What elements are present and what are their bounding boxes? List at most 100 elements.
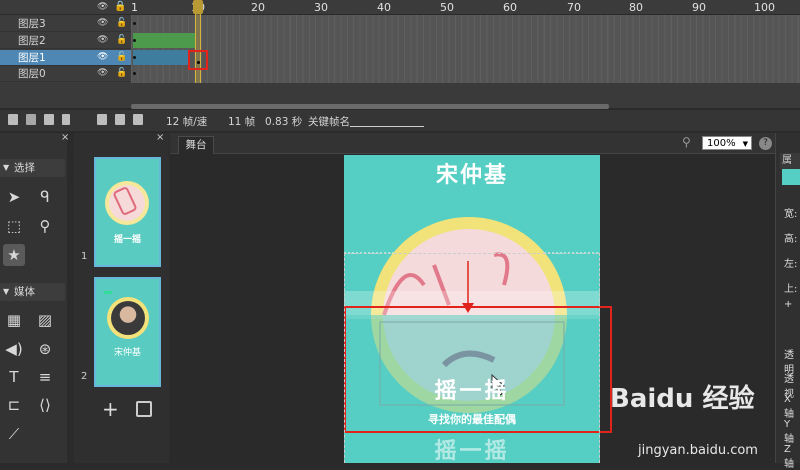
tick-label: 90 [692, 1, 706, 14]
eye-icon[interactable]: 👁 [97, 36, 108, 45]
keyframe-name-input[interactable] [350, 126, 424, 127]
watermark-url: jingyan.baidu.com [638, 443, 758, 458]
seconds-text: 0.83 秒 [265, 116, 303, 128]
color-swatch[interactable] [782, 169, 800, 185]
section-media[interactable]: ▼ 媒体 [0, 283, 65, 301]
unlock-icon[interactable]: 🔓 [116, 53, 127, 63]
add-page-button[interactable]: + [102, 397, 119, 421]
frames-text: 11 帧 [228, 116, 256, 128]
video-icon[interactable]: ⊛ [34, 338, 56, 360]
paragraph-icon[interactable]: ≡ [34, 366, 56, 388]
layer-row-1[interactable]: 图层1 👁 🔓 [0, 50, 131, 66]
eye-icon[interactable]: 👁 [97, 19, 108, 28]
folder-icon[interactable] [26, 114, 36, 125]
remove-frame-icon[interactable] [133, 114, 143, 125]
thumb-caption: 宋仲基 [113, 348, 141, 358]
delete-icon[interactable] [44, 114, 54, 125]
zoom-select[interactable]: 100% ▼ [702, 136, 752, 150]
thumb-caption: 摇一摇 [113, 235, 141, 245]
stage-area: 舞台 ⚲ 100% ▼ ? 宋仲基 摇一摇 寻找你的最佳配偶 摇一摇 Baidu… [170, 133, 775, 463]
prop-label: Z轴 [784, 444, 794, 470]
keyframe-dot[interactable] [133, 72, 136, 75]
more-icon[interactable] [62, 114, 70, 125]
code-icon[interactable]: ⟨⟩ [34, 394, 56, 416]
section-title: 媒体 [14, 286, 35, 298]
star-shape-icon[interactable]: ★ [3, 244, 25, 266]
sound-icon[interactable]: ◀) [3, 338, 25, 360]
highlight-box [188, 50, 208, 70]
timeline-ruler[interactable]: 👁 🔒 1 10 20 30 40 50 60 70 80 90 100 [0, 0, 800, 15]
close-icon[interactable]: × [61, 132, 69, 143]
search-icon[interactable]: ⚲ [682, 135, 691, 149]
tools-panel: × ▼ 选择 ➤ ᑫ ⬚ ⚲ ★ ▼ 媒体 ▦ ▨ ◀) ⊛ T ≡ ⊏ ⟨⟩ … [0, 132, 69, 463]
tick-label: 80 [629, 1, 643, 14]
page-thumb-2[interactable]: 宋仲基 [94, 277, 161, 387]
transform-icon[interactable]: ⬚ [3, 215, 25, 237]
eye-icon[interactable]: 👁 [97, 69, 108, 78]
highlight-box [344, 306, 612, 433]
triangle-icon: ▼ [3, 287, 10, 296]
zoom-icon[interactable]: ⚲ [34, 215, 56, 237]
unlock-icon[interactable]: 🔓 [116, 69, 127, 79]
add-frame-icon[interactable] [115, 114, 125, 125]
selection-guide [344, 253, 600, 254]
image-icon[interactable]: ▨ [34, 309, 56, 331]
grid-icon[interactable]: ▦ [3, 309, 25, 331]
layer-label: 图层2 [18, 35, 46, 47]
chart-icon[interactable]: ⟋ [3, 423, 25, 445]
tab-stage[interactable]: 舞台 [178, 136, 214, 154]
timeline-panel: 👁 🔒 1 10 20 30 40 50 60 70 80 90 100 图层3… [0, 0, 800, 109]
lasso-icon[interactable]: ᑫ [34, 186, 56, 208]
frame-tool-icon[interactable]: ⊏ [3, 394, 25, 416]
prop-label: X轴 [784, 394, 794, 420]
close-icon[interactable]: × [156, 132, 164, 143]
layer-label: 图层1 [18, 52, 46, 64]
playhead-handle[interactable] [193, 0, 203, 14]
keyframe-dot[interactable] [133, 56, 136, 59]
new-layer-icon[interactable] [8, 114, 18, 125]
lock-header-icon[interactable]: 🔒 [114, 1, 126, 12]
eye-header-icon[interactable]: 👁 [97, 2, 108, 12]
keyframe-dot[interactable] [133, 39, 136, 42]
phone-illustration [105, 181, 149, 225]
frame-icon[interactable] [97, 114, 107, 125]
tick-label: 40 [377, 1, 391, 14]
properties-panel: 属性 宽: 高: 左: 上: + 透明 透视 X轴 Y轴 Z轴 [775, 133, 800, 470]
chevron-down-icon: ▼ [742, 140, 748, 148]
stage-tabbar: 舞台 ⚲ 100% ▼ ? [170, 133, 775, 154]
frame-grid[interactable] [131, 15, 800, 83]
prop-label: 上: [784, 284, 798, 295]
text-icon[interactable]: T [3, 366, 25, 388]
tick-label: 50 [440, 1, 454, 14]
selected-span[interactable] [133, 50, 189, 65]
prop-label: 左: [784, 259, 798, 270]
fps-text: 12 帧/速 [166, 116, 208, 128]
tween-span[interactable] [133, 33, 195, 48]
tick-label: 70 [567, 1, 581, 14]
layer-row-0[interactable]: 图层0 👁 🔓 [0, 66, 131, 82]
tick-label: 20 [251, 1, 265, 14]
duplicate-page-icon[interactable] [136, 401, 152, 417]
pointer-icon[interactable]: ➤ [3, 186, 25, 208]
tick-label: 60 [503, 1, 517, 14]
eye-icon[interactable]: 👁 [97, 53, 108, 62]
selection-guide [599, 253, 600, 463]
layer-label: 图层3 [18, 18, 46, 30]
unlock-icon[interactable]: 🔓 [116, 36, 127, 46]
plus-icon[interactable]: + [784, 299, 792, 310]
section-select[interactable]: ▼ 选择 [0, 159, 65, 177]
unlock-icon[interactable]: 🔓 [116, 19, 127, 29]
page-number: 2 [81, 371, 88, 382]
layer-row-3[interactable]: 图层3 👁 🔓 [0, 16, 131, 32]
bottom-text: 摇一摇 [434, 439, 510, 463]
layer-row-2[interactable]: 图层2 👁 🔓 [0, 33, 131, 49]
section-title: 选择 [14, 162, 35, 174]
watermark: Baidu 经验 [610, 378, 754, 415]
page-thumb-1[interactable]: 摇一摇 [94, 157, 161, 267]
help-icon[interactable]: ? [759, 137, 772, 150]
layer-label: 图层0 [18, 68, 46, 80]
tick-label: 30 [314, 1, 328, 14]
keyframe-dot[interactable] [133, 22, 136, 25]
selection-guide [344, 253, 345, 463]
properties-tab[interactable]: 属性 [780, 153, 800, 169]
